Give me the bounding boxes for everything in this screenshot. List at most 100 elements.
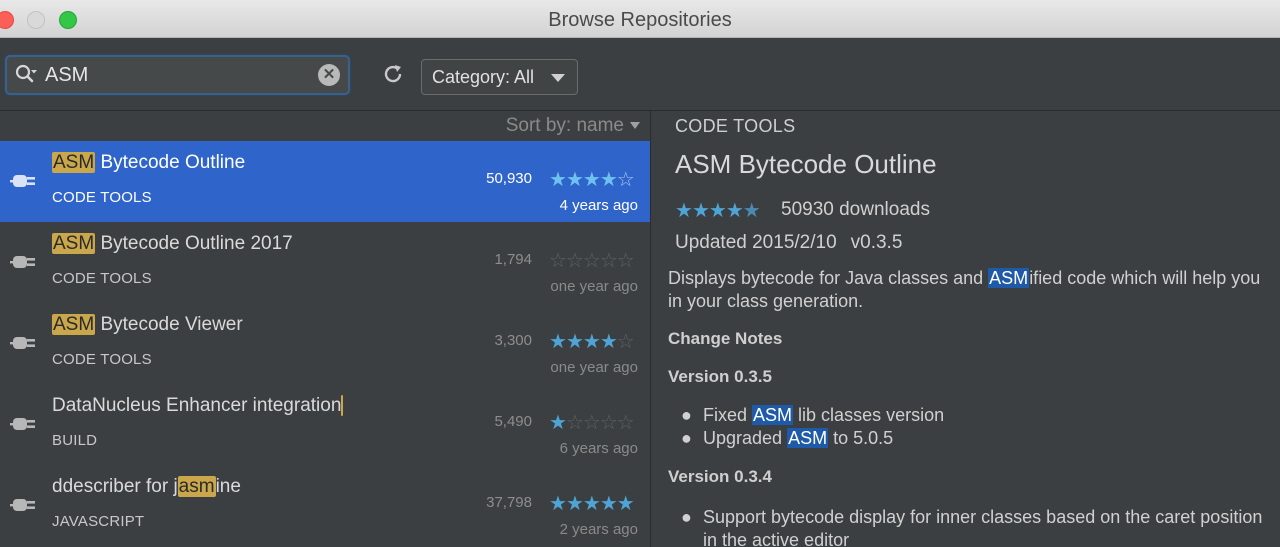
- search-icon[interactable]: [15, 64, 37, 86]
- plugin-name: ASM Bytecode Viewer: [52, 314, 243, 335]
- plugin-name: ASM Bytecode Outline: [52, 152, 246, 173]
- star-icon: ☆: [582, 412, 601, 434]
- plugin-detail-panel: CODE TOOLS ASM Bytecode Outline ★★★★★ 50…: [650, 110, 1280, 547]
- plugin-category: JAVASCRIPT: [52, 513, 145, 530]
- star-icon: ★: [549, 412, 567, 434]
- detail-version: v0.3.5: [850, 232, 903, 253]
- detail-rating-stars: ★★★★★: [675, 198, 761, 223]
- plugin-downloads: 50,930: [486, 170, 532, 187]
- plugin-list-item[interactable]: DataNucleus Enhancer integration BUILD 5…: [0, 384, 650, 465]
- star-icon: ☆: [599, 412, 618, 434]
- category-dropdown-label: Category: All: [432, 67, 535, 87]
- plugin-category: CODE TOOLS: [52, 351, 152, 368]
- window-titlebar: Browse Repositories: [0, 0, 1280, 38]
- star-icon: ★: [582, 331, 601, 353]
- star-icon: ☆: [616, 169, 635, 191]
- star-icon: ★: [708, 200, 727, 222]
- plugin-name: ddescriber for jasmine: [52, 476, 241, 497]
- star-icon: ★: [582, 169, 601, 191]
- sort-chevron-down-icon: [630, 122, 640, 130]
- star-icon: ★: [599, 169, 618, 191]
- search-match-highlight: ASM: [752, 405, 794, 425]
- detail-downloads: 50930 downloads: [781, 199, 930, 220]
- search-input[interactable]: [45, 61, 305, 89]
- window-title: Browse Repositories: [548, 9, 732, 31]
- clear-icon[interactable]: ✕: [318, 64, 340, 86]
- list-item: ● Fixed ASM lib classes version: [681, 405, 945, 425]
- list-item: ● Support bytecode display for inner clas…: [681, 507, 1263, 547]
- search-match-highlight: ASM: [52, 152, 96, 173]
- plugin-downloads: 5,490: [494, 413, 532, 430]
- plugin-category: CODE TOOLS: [52, 189, 152, 206]
- plugin-list-item[interactable]: ASM Bytecode Outline CODE TOOLS 50,930 ★…: [0, 141, 650, 222]
- star-icon: ★: [565, 169, 584, 191]
- rating-stars: ★★★★☆: [549, 329, 635, 354]
- star-icon: ☆: [616, 250, 635, 272]
- search-box[interactable]: ✕: [5, 55, 350, 95]
- plugin-age: 6 years ago: [559, 440, 638, 457]
- change-notes-heading: Change Notes: [668, 329, 783, 348]
- star-icon: ★: [691, 200, 710, 222]
- version-notes-list: ● Fixed ASM lib classes version ● Upgraded…: [681, 404, 1266, 450]
- search-match-highlight: ASM: [52, 233, 96, 254]
- plugin-list-item[interactable]: ddescriber for jasmine JAVASCRIPT 37,798…: [0, 465, 650, 546]
- plugin-category: BUILD: [52, 432, 98, 449]
- detail-description: Displays bytecode for Java classes and A…: [668, 268, 1261, 311]
- search-match-highlight: ASM: [988, 268, 1030, 288]
- plugin-list-item[interactable]: ASM Bytecode Viewer CODE TOOLS 3,300 ★★★…: [0, 303, 650, 384]
- plugin-downloads: 37,798: [486, 494, 532, 511]
- toolbar: ✕ Category: All: [0, 38, 1280, 110]
- sort-by-dropdown[interactable]: Sort by: name: [506, 115, 640, 137]
- chevron-down-icon: [551, 74, 565, 82]
- plugin-category: CODE TOOLS: [52, 270, 152, 287]
- search-match-highlight: ASM: [52, 314, 96, 335]
- star-icon: ☆: [565, 412, 584, 434]
- plugin-age: one year ago: [550, 359, 638, 376]
- plugin-age: one year ago: [550, 278, 638, 295]
- search-match-highlight: asm: [177, 476, 216, 497]
- plugin-plug-icon: [10, 256, 35, 268]
- plugin-plug-icon: [10, 175, 35, 187]
- plugin-plug-icon: [10, 499, 35, 511]
- plugin-downloads: 3,300: [494, 332, 532, 349]
- star-icon: ☆: [599, 250, 618, 272]
- version-heading: Version 0.3.5: [668, 367, 772, 386]
- plugin-plug-icon: [10, 418, 35, 430]
- plugin-plug-icon: [10, 337, 35, 349]
- star-icon: ☆: [616, 412, 635, 434]
- star-icon: ★: [675, 200, 693, 222]
- detail-updated: Updated 2015/2/10 v0.3.5: [675, 232, 902, 254]
- star-icon: ★: [582, 493, 601, 515]
- star-icon: ★: [565, 331, 584, 353]
- plugin-downloads: 1,794: [494, 251, 532, 268]
- plugin-list: Sort by: name ASM Bytecode Outline CODE …: [0, 110, 650, 547]
- star-icon: ★: [616, 493, 635, 515]
- plugin-list-item[interactable]: ASM Bytecode Outline 2017 CODE TOOLS 1,7…: [0, 222, 650, 303]
- refresh-icon[interactable]: [381, 62, 405, 86]
- plugin-name: DataNucleus Enhancer integration: [52, 395, 344, 416]
- sort-by-label: Sort by: name: [505, 115, 624, 136]
- version-notes-list: ● Support bytecode display for inner clas…: [681, 506, 1266, 547]
- search-match-highlight: ASM: [787, 428, 829, 448]
- star-icon: ★: [742, 200, 761, 222]
- rating-stars: ☆☆☆☆☆: [549, 248, 635, 273]
- star-icon: ★: [599, 331, 618, 353]
- star-icon: ☆: [616, 331, 635, 353]
- detail-title: ASM Bytecode Outline: [675, 149, 937, 179]
- rating-stars: ★★★★☆: [549, 167, 635, 192]
- star-icon: ☆: [549, 250, 567, 272]
- version-heading: Version 0.3.4: [668, 467, 772, 486]
- search-match-highlight: [341, 395, 344, 416]
- detail-category: CODE TOOLS: [675, 116, 796, 136]
- plugin-age: 2 years ago: [559, 521, 638, 538]
- list-item: ● Upgraded ASM to 5.0.5: [681, 428, 894, 448]
- rating-stars: ★☆☆☆☆: [549, 410, 635, 435]
- star-icon: ★: [549, 169, 567, 191]
- plugin-age: 4 years ago: [559, 197, 638, 214]
- detail-updated-date: Updated 2015/2/10: [675, 232, 837, 253]
- plugin-name: ASM Bytecode Outline 2017: [52, 233, 293, 254]
- star-icon: ★: [725, 200, 744, 222]
- star-icon: ★: [549, 493, 567, 515]
- category-dropdown[interactable]: Category: All: [421, 59, 578, 95]
- star-icon: ★: [549, 331, 567, 353]
